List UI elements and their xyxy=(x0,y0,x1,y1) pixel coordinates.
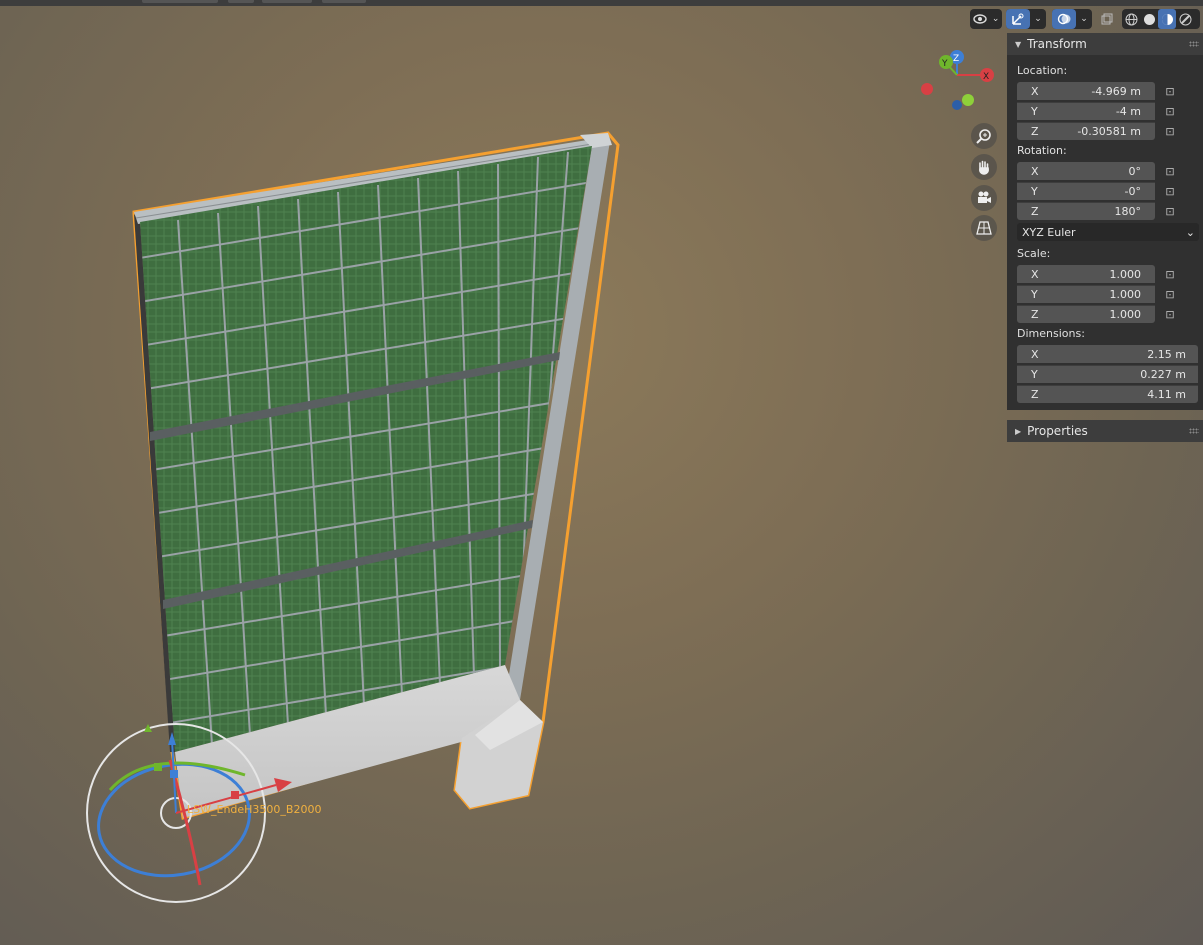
lock-icon[interactable]: ⊡ xyxy=(1155,205,1185,218)
rotation-x-field[interactable]: X 0° xyxy=(1017,162,1155,180)
neg-z-axis-handle[interactable] xyxy=(952,100,962,110)
scale-y-field[interactable]: Y 1.000 xyxy=(1017,285,1155,303)
hand-icon xyxy=(979,160,989,175)
lock-icon[interactable]: ⊡ xyxy=(1155,308,1185,321)
dimensions-label: Dimensions: xyxy=(1017,327,1085,340)
neg-x-axis-handle[interactable] xyxy=(921,83,933,95)
shading-mode-group[interactable] xyxy=(1122,9,1200,29)
overlay-icon[interactable] xyxy=(1052,9,1076,29)
camera-icon xyxy=(978,191,991,203)
dimensions-x-field[interactable]: X 2.15 m xyxy=(1017,345,1198,363)
lock-icon[interactable]: ⊡ xyxy=(1155,165,1185,178)
xray-icon xyxy=(1096,9,1118,29)
active-object-name: LSW_EndeH3500_B2000 xyxy=(187,803,322,816)
location-y-field[interactable]: Y -4 m xyxy=(1017,102,1155,120)
grid-icon xyxy=(976,221,992,235)
location-label: Location: xyxy=(1017,64,1068,77)
rotation-z-field[interactable]: Z 180° xyxy=(1017,202,1155,220)
dimensions-z-field[interactable]: Z 4.11 m xyxy=(1017,385,1198,403)
transform-title: Transform xyxy=(1027,37,1087,51)
xray-toggle[interactable] xyxy=(1096,9,1118,29)
chevron-down-icon[interactable]: ⌄ xyxy=(1076,9,1092,29)
lock-icon[interactable]: ⊡ xyxy=(1155,268,1185,281)
zoom-button[interactable] xyxy=(971,123,997,149)
wireframe-shading-icon[interactable] xyxy=(1122,9,1140,29)
zoom-icon xyxy=(976,129,991,144)
drag-grip-icon[interactable] xyxy=(1189,41,1199,47)
pan-button[interactable] xyxy=(971,154,997,180)
gizmo-toggle-group[interactable]: ⌄ xyxy=(1006,9,1046,29)
dimensions-y-field[interactable]: Y 0.227 m xyxy=(1017,365,1198,383)
scale-x-field[interactable]: X 1.000 xyxy=(1017,265,1155,283)
scale-label: Scale: xyxy=(1017,247,1051,260)
lock-icon[interactable]: ⊡ xyxy=(1155,185,1185,198)
sidebar-n-panel: ▼ Transform Location: X -4.969 m ⊡ Y -4 m … xyxy=(1007,33,1203,442)
chevron-down-icon: ⌄ xyxy=(1185,225,1195,239)
properties-panel-header[interactable]: ▶ Properties xyxy=(1007,420,1203,442)
rotation-y-field[interactable]: Y -0° xyxy=(1017,182,1155,200)
gizmo-icon[interactable] xyxy=(1006,9,1030,29)
chevron-down-icon[interactable]: ⌄ xyxy=(1030,9,1046,29)
solid-shading-icon[interactable] xyxy=(1140,9,1158,29)
x-axis-label: X xyxy=(983,72,989,82)
lock-icon[interactable]: ⊡ xyxy=(1155,105,1185,118)
rotation-mode-select[interactable]: XYZ Euler ⌄ xyxy=(1017,223,1199,241)
rendered-shading-icon[interactable] xyxy=(1176,9,1194,29)
transform-panel-body: Location: X -4.969 m ⊡ Y -4 m ⊡ Z -0.30581 … xyxy=(1007,55,1203,410)
expanded-triangle-icon: ▼ xyxy=(1015,39,1022,49)
collapsed-triangle-icon: ▶ xyxy=(1015,426,1022,436)
lock-icon[interactable]: ⊡ xyxy=(1155,125,1185,138)
location-z-field[interactable]: Z -0.30581 m xyxy=(1017,122,1155,140)
scale-z-field[interactable]: Z 1.000 xyxy=(1017,305,1155,323)
visibility-dropdown[interactable]: ⌄ xyxy=(970,9,1002,29)
material-shading-icon[interactable] xyxy=(1158,9,1176,29)
eye-icon xyxy=(970,9,989,29)
lock-icon[interactable]: ⊡ xyxy=(1155,288,1185,301)
perspective-toggle-button[interactable] xyxy=(971,215,997,241)
neg-y-axis-handle[interactable] xyxy=(962,94,974,106)
z-axis-label: Z xyxy=(953,54,959,64)
chevron-down-icon: ⌄ xyxy=(991,14,1000,24)
y-axis-label: Y xyxy=(941,59,948,69)
overlay-toggle-group[interactable]: ⌄ xyxy=(1052,9,1092,29)
fence-model[interactable] xyxy=(132,131,620,820)
lock-icon[interactable]: ⊡ xyxy=(1155,85,1185,98)
drag-grip-icon[interactable] xyxy=(1189,428,1199,434)
camera-view-button[interactable] xyxy=(971,185,997,211)
transform-panel-header[interactable]: ▼ Transform xyxy=(1007,33,1203,55)
location-x-field[interactable]: X -4.969 m xyxy=(1017,82,1155,100)
rotation-label: Rotation: xyxy=(1017,144,1067,157)
properties-title: Properties xyxy=(1027,424,1088,438)
navigation-gizmo[interactable]: Z X Y xyxy=(921,50,994,110)
